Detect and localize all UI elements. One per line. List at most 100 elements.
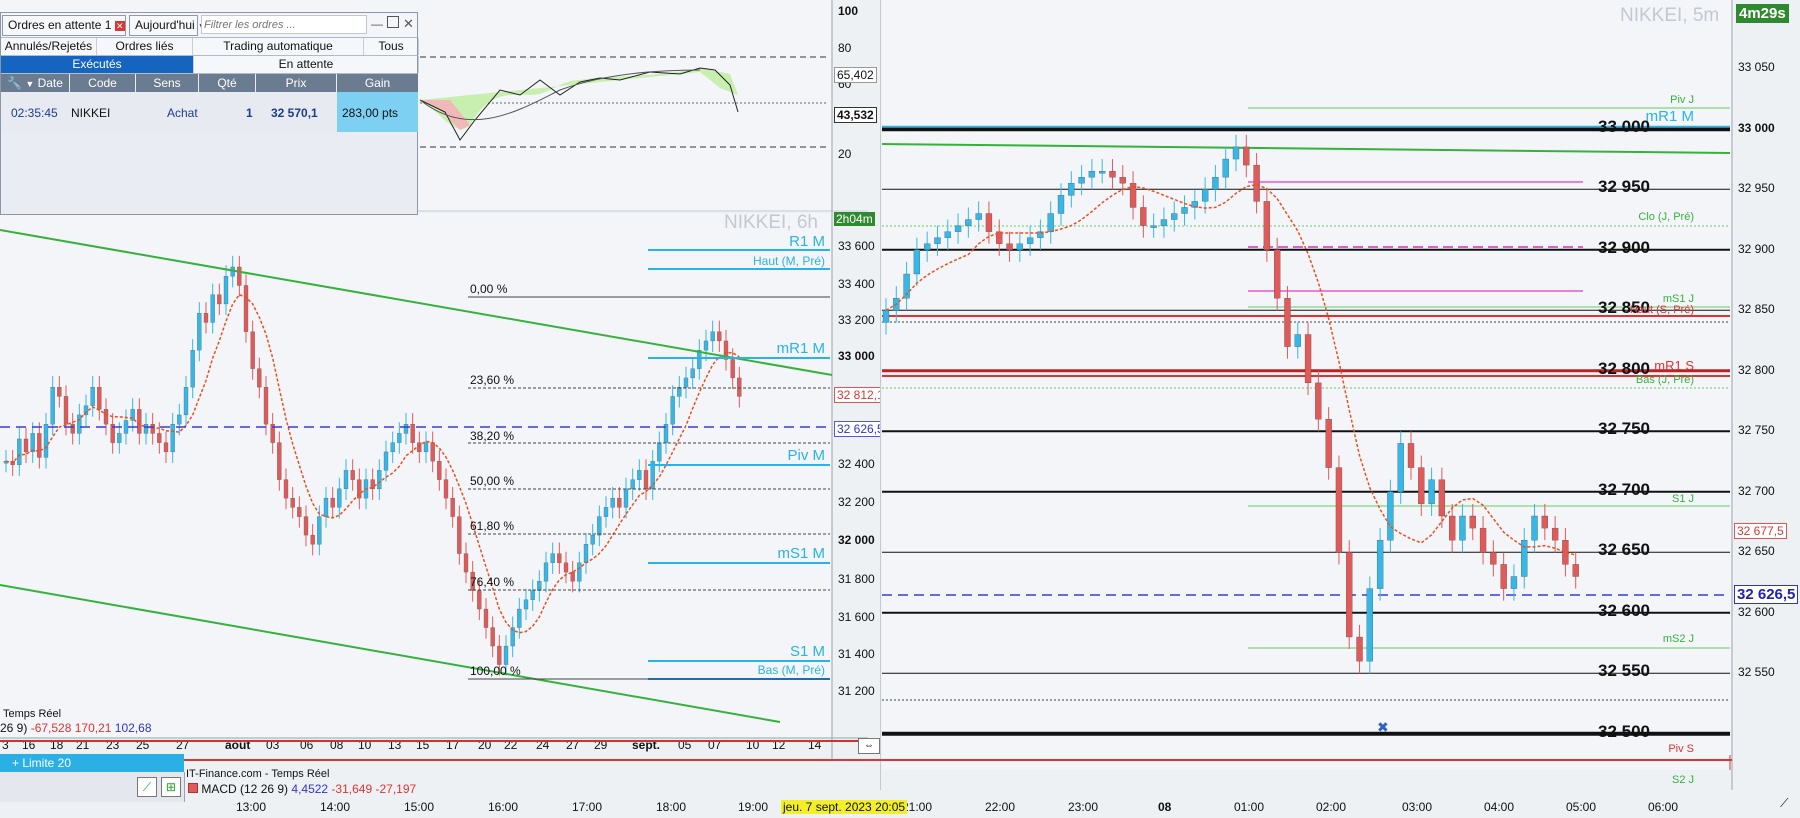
right-y-tick: 32 650 xyxy=(1738,544,1775,559)
candle-body-64 xyxy=(430,442,435,462)
left-y-tick: 32 000 xyxy=(838,533,875,547)
candle-body-15 xyxy=(103,409,109,425)
col-sens[interactable]: Sens xyxy=(136,74,198,92)
right-y-tick: 32 550 xyxy=(1738,665,1775,680)
candle-body-95 xyxy=(637,470,642,480)
r-candle-body-44 xyxy=(1335,467,1343,553)
pivot-pivm: Piv M xyxy=(787,447,826,464)
r-candle-body-55 xyxy=(1449,515,1456,541)
col-code[interactable]: Code xyxy=(70,74,135,92)
candle-body-18 xyxy=(123,420,129,434)
candle-body-9 xyxy=(63,396,69,425)
candle-body-21 xyxy=(143,424,149,434)
pivot-piv-j: Piv J xyxy=(1670,94,1694,106)
candle-body-52 xyxy=(350,470,355,480)
level-label: 32 650 xyxy=(1598,540,1650,560)
orders-tabs: Annulés/Rejetés Ordres liés Trading auto… xyxy=(1,38,419,56)
right-x-tick: 03:00 xyxy=(1402,800,1433,814)
r-candle-body-32 xyxy=(1212,177,1219,190)
bottom-x-tick: 17:00 xyxy=(572,800,603,814)
r-candle-body-47 xyxy=(1366,588,1373,662)
col-qty[interactable]: Qté xyxy=(199,74,255,92)
r-candle-body-38 xyxy=(1274,249,1281,299)
tab-trading-auto[interactable]: Trading automatique xyxy=(193,38,364,55)
fib-76: 76,40 % xyxy=(470,575,515,589)
tab-tous[interactable]: Tous xyxy=(364,38,419,55)
orders-subtabs: Exécutés En attente xyxy=(1,56,419,74)
level-label: 32 600 xyxy=(1598,600,1650,620)
candle-body-63 xyxy=(423,442,429,453)
col-prix[interactable]: Prix xyxy=(256,74,336,92)
r-candle-body-22 xyxy=(1109,170,1116,178)
candle-body-69 xyxy=(463,553,469,573)
indicator-icon[interactable]: ⟋ xyxy=(137,777,157,797)
candle-body-2 xyxy=(17,438,22,465)
orders-pending-button[interactable]: Ordres en attente 1 ✕ xyxy=(2,15,126,36)
candle-body-14 xyxy=(97,387,102,410)
candle-body-61 xyxy=(410,424,415,443)
period-select[interactable]: Aujourd'hui ▼ xyxy=(129,15,206,36)
candle-body-65 xyxy=(437,460,442,480)
r-candle-body-57 xyxy=(1469,515,1476,529)
r-candle-body-58 xyxy=(1479,527,1487,553)
candle-body-3 xyxy=(23,438,29,453)
minimize-icon[interactable]: — xyxy=(371,17,383,31)
left-y-tick: 31 400 xyxy=(838,647,875,661)
order-row[interactable]: 02:35:45 NIKKEI Achat 1 32 570,1 283,00 … xyxy=(1,92,418,132)
r-candle-body-13 xyxy=(1016,243,1023,250)
close-icon[interactable]: ✕ xyxy=(114,21,125,31)
right-y-tick: 32 600 xyxy=(1738,604,1775,619)
orders-toolbar: Ordres en attente 1 ✕ Aujourd'hui ▼ — ✕ xyxy=(1,13,417,38)
tab-en-attente[interactable]: En attente xyxy=(194,56,419,73)
pivot-clo-j: Clo (J, Pré) xyxy=(1638,211,1694,223)
tab-annules[interactable]: Annulés/Rejetés xyxy=(1,38,97,55)
scroll-expand-icon[interactable]: ⇔ xyxy=(858,738,880,754)
tab-ordres-lies[interactable]: Ordres liés xyxy=(97,38,193,55)
osc-value-a: 65,402 xyxy=(834,67,877,83)
tab-executes[interactable]: Exécutés xyxy=(1,56,194,73)
orders-filter-input[interactable] xyxy=(201,15,367,34)
candle-body-33 xyxy=(223,276,229,305)
candle-body-43 xyxy=(290,497,295,508)
candle-body-58 xyxy=(390,442,395,453)
r-candle-body-42 xyxy=(1315,382,1322,420)
candle-body-90 xyxy=(603,507,609,517)
pivot-mr1m: mR1 M xyxy=(776,340,825,357)
r-candle-body-46 xyxy=(1356,636,1363,662)
maximize-icon[interactable] xyxy=(387,16,399,28)
left-y-tick: 33 200 xyxy=(838,313,875,327)
fib-23: 23,60 % xyxy=(470,373,515,387)
close-window-icon[interactable]: ✕ xyxy=(403,16,414,32)
left-macd-values: 26 9) -67,528 170,21 102,68 xyxy=(0,721,152,735)
left-chart-timer: 2h04m xyxy=(834,212,875,226)
order-limit-label: + Limite 20 xyxy=(12,756,72,770)
wrench-icon: 🔧 xyxy=(7,76,22,90)
right-x-tick: 23:00 xyxy=(1068,800,1099,814)
macd-v2: -31,649 xyxy=(331,782,373,796)
candle-body-82 xyxy=(550,553,555,563)
candle-body-8 xyxy=(57,387,62,397)
candle-body-110 xyxy=(737,377,742,397)
r-candle-body-49 xyxy=(1387,491,1394,541)
candle-body-11 xyxy=(77,414,82,434)
candle-body-25 xyxy=(170,424,175,453)
right-x-tick: 08 xyxy=(1158,800,1172,814)
col-date[interactable]: 🔧 ▼ Date xyxy=(1,74,69,92)
bottom-corner-icon[interactable]: ⟋ xyxy=(1780,796,1788,811)
candle-body-109 xyxy=(730,359,735,379)
order-limit-bar[interactable]: + Limite 20 xyxy=(0,754,184,772)
candle-body-29 xyxy=(197,313,202,351)
candle-body-85 xyxy=(570,571,575,582)
col-gain[interactable]: Gain xyxy=(337,74,418,92)
bottom-macd: MACD (12 26 9) 4,4522 -31,649 -27,197 xyxy=(188,782,416,796)
macd-icon[interactable]: ⊞ xyxy=(161,777,181,797)
right-last-price: 32 626,5 xyxy=(1734,585,1799,604)
right-x-tick: 04:00 xyxy=(1484,800,1515,814)
candle-body-38 xyxy=(257,368,262,388)
pivot-mr1-s: mR1 S xyxy=(1654,358,1694,373)
r-candle-body-52 xyxy=(1418,467,1425,505)
candle-body-96 xyxy=(643,470,649,490)
left-y-tick: 31 800 xyxy=(838,572,875,586)
bottom-x-tick: 18:00 xyxy=(656,800,687,814)
right-chart-timer: 4m29s xyxy=(1736,4,1789,23)
